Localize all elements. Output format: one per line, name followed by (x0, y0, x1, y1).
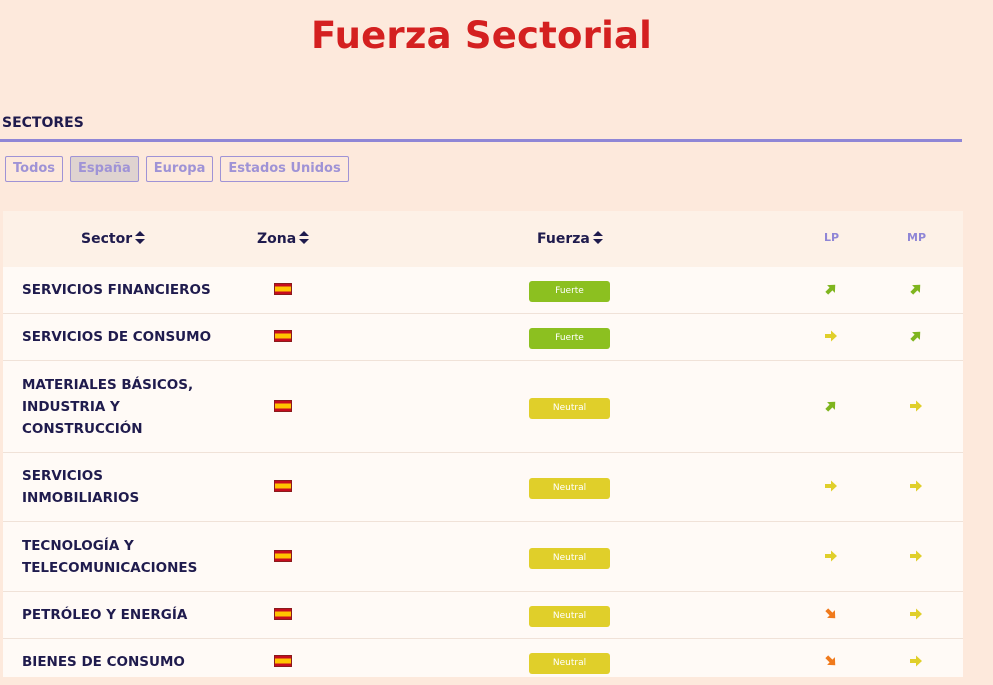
strength-badge: Neutral (529, 606, 610, 627)
strength-badge: Fuerte (529, 281, 610, 302)
table-row: SERVICIOS INMOBILIARIOS Neutral (3, 453, 963, 522)
spain-flag-icon (274, 283, 292, 295)
sector-name: SERVICIOS INMOBILIARIOS (22, 468, 140, 506)
sort-icon (592, 231, 603, 244)
trend-up-icon (910, 331, 921, 342)
spain-flag-icon (274, 655, 292, 667)
trend-flat-icon (825, 550, 837, 561)
trend-flat-icon (910, 550, 922, 561)
table-row: MATERIALES BÁSICOS, INDUSTRIA Y CONSTRUC… (3, 361, 963, 453)
column-header-mp: MP (907, 231, 927, 244)
table-row: PETRÓLEO Y ENERGÍA Neutral (3, 592, 963, 639)
trend-flat-icon (910, 655, 922, 667)
filter-europa-button[interactable]: Europa (145, 156, 214, 182)
trend-flat-icon (910, 480, 922, 492)
sector-name: SERVICIOS DE CONSUMO (22, 329, 212, 345)
table-row: TECNOLOGÍA Y TELECOMUNICACIONES Neutral (3, 522, 963, 592)
sector-name: BIENES DE CONSUMO (22, 654, 185, 670)
trend-flat-icon (910, 608, 922, 620)
table-body: SERVICIOS FINANCIEROS Fuerte SERVICIOS DE … (3, 267, 963, 677)
sector-table: Sector Zona Fuerza LP MP SERVICIOS FINAN… (3, 211, 963, 677)
column-header-sector-label: Sector (81, 231, 133, 247)
trend-down-icon (825, 608, 836, 619)
strength-badge: Neutral (529, 397, 610, 419)
column-header-sector[interactable]: Sector (81, 211, 146, 267)
trend-up-icon (910, 284, 921, 295)
spain-flag-icon (274, 330, 292, 342)
spain-flag-icon (274, 608, 292, 620)
sort-icon (299, 231, 310, 244)
column-header-lp: LP (824, 231, 840, 244)
page-title: Fuerza Sectorial (310, 14, 653, 57)
sort-icon (135, 231, 146, 244)
table-row: SERVICIOS FINANCIEROS Fuerte (3, 267, 963, 314)
filter-bar: Todos España Europa Estados Unidos (5, 156, 349, 182)
spain-flag-icon (274, 399, 292, 412)
filter-espana-button[interactable]: España (70, 156, 139, 182)
sector-name: PETRÓLEO Y ENERGÍA (22, 607, 188, 623)
strength-badge: Neutral (529, 653, 610, 674)
table-header: Sector Zona Fuerza LP MP (3, 211, 963, 267)
trend-flat-icon (825, 330, 837, 342)
column-header-fuerza-label: Fuerza (537, 231, 590, 247)
table-row: SERVICIOS DE CONSUMO Fuerte (3, 314, 963, 361)
section-divider (0, 139, 962, 142)
strength-badge: Neutral (529, 478, 610, 499)
sector-name: MATERIALES BÁSICOS, INDUSTRIA Y CONSTRUC… (22, 376, 194, 437)
section-label: SECTORES (2, 115, 84, 131)
trend-up-icon (825, 284, 836, 295)
column-header-fuerza[interactable]: Fuerza (537, 211, 603, 267)
trend-flat-icon (910, 400, 922, 411)
spain-flag-icon (274, 480, 292, 492)
column-header-zona-label: Zona (257, 231, 297, 247)
sector-name: SERVICIOS FINANCIEROS (22, 282, 211, 298)
trend-flat-icon (825, 480, 837, 492)
trend-down-icon (825, 655, 836, 666)
column-header-zona[interactable]: Zona (257, 211, 310, 267)
sector-name: TECNOLOGÍA Y TELECOMUNICACIONES (22, 537, 198, 576)
table-row: BIENES DE CONSUMO Neutral (3, 639, 963, 677)
trend-up-icon (825, 401, 836, 412)
strength-badge: Fuerte (529, 328, 610, 349)
spain-flag-icon (274, 549, 292, 562)
filter-estados-unidos-button[interactable]: Estados Unidos (220, 156, 349, 182)
filter-todos-button[interactable]: Todos (5, 156, 64, 182)
strength-badge: Neutral (529, 547, 610, 569)
